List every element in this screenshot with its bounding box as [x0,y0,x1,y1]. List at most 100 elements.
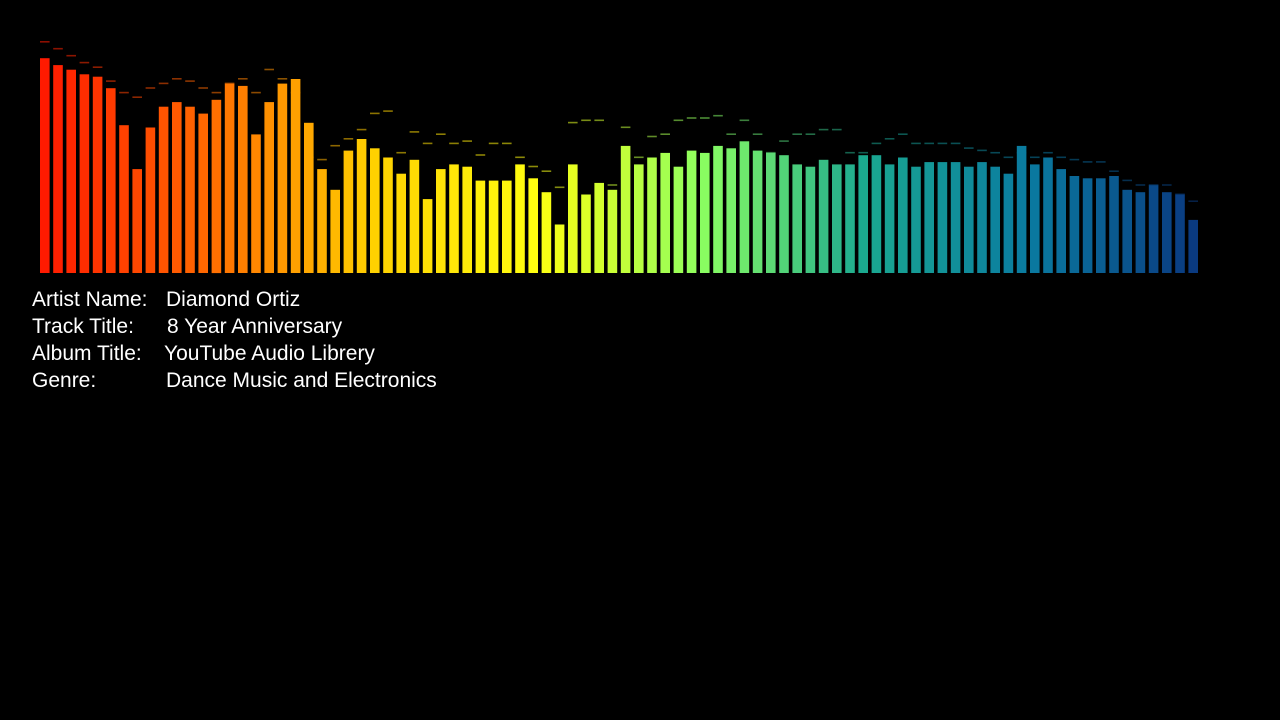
peak-marker [898,133,908,135]
spectrum-bar [673,166,684,273]
spectrum-bar [792,164,802,273]
spectrum-bar [251,134,261,273]
spectrum-bar [132,169,142,273]
peak-marker [924,142,934,145]
spectrum-bar [66,69,76,273]
peak-marker [475,154,486,156]
spectrum-bar [726,148,736,273]
spectrum-bar [1082,178,1093,273]
peak-marker [1135,184,1146,186]
peak-marker [739,119,750,122]
spectrum-bar [647,157,657,273]
peak-marker [792,133,802,135]
spectrum-bar [475,180,486,273]
peak-marker [832,128,842,131]
peak-marker [436,133,446,135]
peak-marker [66,54,76,57]
spectrum-bar [594,182,604,273]
spectrum-bar [211,99,222,274]
spectrum-bar [1003,173,1014,273]
peak-marker [858,151,868,154]
spectrum-bar [1109,176,1119,273]
spectrum-bar [950,162,961,273]
spectrum-bar [1135,192,1146,273]
spectrum-bar [224,83,235,273]
peak-marker [488,142,499,145]
peak-marker [1096,161,1106,163]
peak-marker [541,170,552,172]
peak-marker [1188,200,1198,202]
peak-marker [977,149,987,152]
spectrum-bar [845,164,855,273]
peak-marker [950,142,961,145]
peak-marker [317,158,327,161]
peak-marker [686,117,697,119]
spectrum-bar [871,155,882,273]
spectrum-bar [502,180,512,273]
peak-marker [515,156,525,159]
peak-marker [185,80,195,82]
peak-marker [647,135,657,138]
peak-marker [594,119,604,122]
peak-marker [264,68,274,71]
peak-marker [462,140,472,142]
peak-marker [330,144,340,147]
spectrum-bar [581,194,591,273]
peak-marker [251,91,261,94]
spectrum-bar [119,125,129,273]
spectrum-bar [304,122,314,273]
spectrum-bar [40,58,50,274]
spectrum-bar [515,164,525,273]
spectrum-bar [1162,192,1172,273]
spectrum-bar [422,199,433,273]
spectrum-bar [660,152,670,273]
spectrum-bar [106,88,116,273]
peak-marker [1122,179,1132,182]
peak-marker [673,119,684,122]
spectrum-bar [620,145,631,273]
peak-marker [1043,151,1053,154]
spectrum-bar [290,79,301,273]
spectrum-bar [977,162,987,273]
spectrum-bar [752,150,763,273]
spectrum-bar [805,166,816,273]
peak-marker [79,61,90,64]
peak-marker [422,142,433,145]
spectrum-bar [686,150,697,273]
spectrum-bar [700,152,710,273]
spectrum-bar [53,65,63,273]
spectrum-bar [858,155,868,273]
spectrum-bar [818,159,829,273]
peak-marker [158,82,169,85]
peak-marker [818,128,829,131]
peak-marker [409,131,420,133]
spectrum-bar [528,178,538,273]
spectrum-bar [172,102,182,273]
spectrum-bar [488,180,499,273]
spectrum-bar [79,74,90,273]
peak-marker [396,151,406,154]
spectrum-bar [832,164,842,273]
peak-marker [620,126,631,129]
spectrum-bar [330,189,340,273]
peak-marker [884,138,895,140]
spectrum-bar [317,169,327,273]
spectrum-bar [1188,219,1198,273]
peak-marker [277,78,288,80]
peak-marker [752,133,763,135]
peak-marker [871,142,882,145]
spectrum-bar [1056,169,1066,273]
spectrum-bar [158,106,169,273]
spectrum-bar [739,141,750,273]
spectrum-bar [198,113,208,273]
peak-marker [1082,161,1093,163]
spectrum-bar [924,162,934,273]
peak-marker [554,186,565,189]
peak-marker [1109,170,1119,172]
peak-marker [607,184,618,186]
peak-marker [356,128,367,131]
spectrum-bar [884,164,895,273]
spectrum-bar [264,102,274,273]
spectrum-bar [1030,164,1040,273]
spectrum-bar [554,224,565,273]
